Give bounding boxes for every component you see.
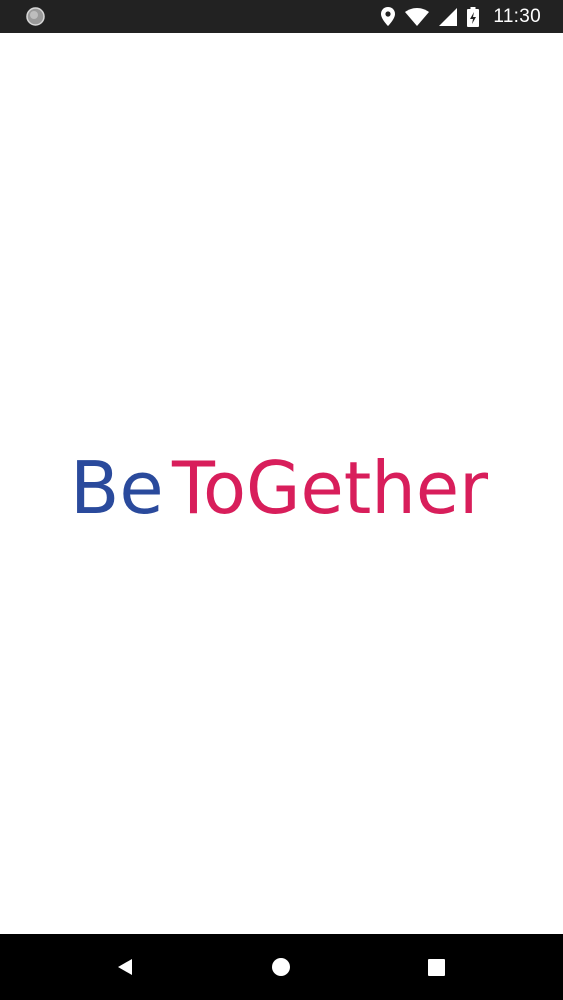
splash-screen: 11:30 Be ToGether [0, 0, 563, 1000]
back-button[interactable] [108, 950, 142, 984]
home-button[interactable] [264, 950, 298, 984]
battery-charging-icon [467, 6, 480, 27]
home-icon [272, 958, 290, 976]
recents-icon [427, 958, 445, 976]
wifi-icon [405, 7, 430, 26]
back-icon [118, 959, 132, 975]
status-icons: 11:30 [381, 0, 541, 33]
be-together-logo: Be ToGether [70, 443, 490, 523]
logo-text-together: ToGether [171, 446, 488, 523]
logo-text-be: Be [70, 446, 164, 523]
recents-button[interactable] [419, 950, 453, 984]
location-icon [381, 7, 396, 26]
notification-dot-icon [26, 7, 45, 26]
status-bar: 11:30 [0, 0, 563, 33]
splash-content: Be ToGether [0, 33, 563, 934]
navigation-bar [0, 934, 563, 1000]
status-time: 11:30 [493, 5, 541, 27]
signal-icon [439, 7, 458, 26]
